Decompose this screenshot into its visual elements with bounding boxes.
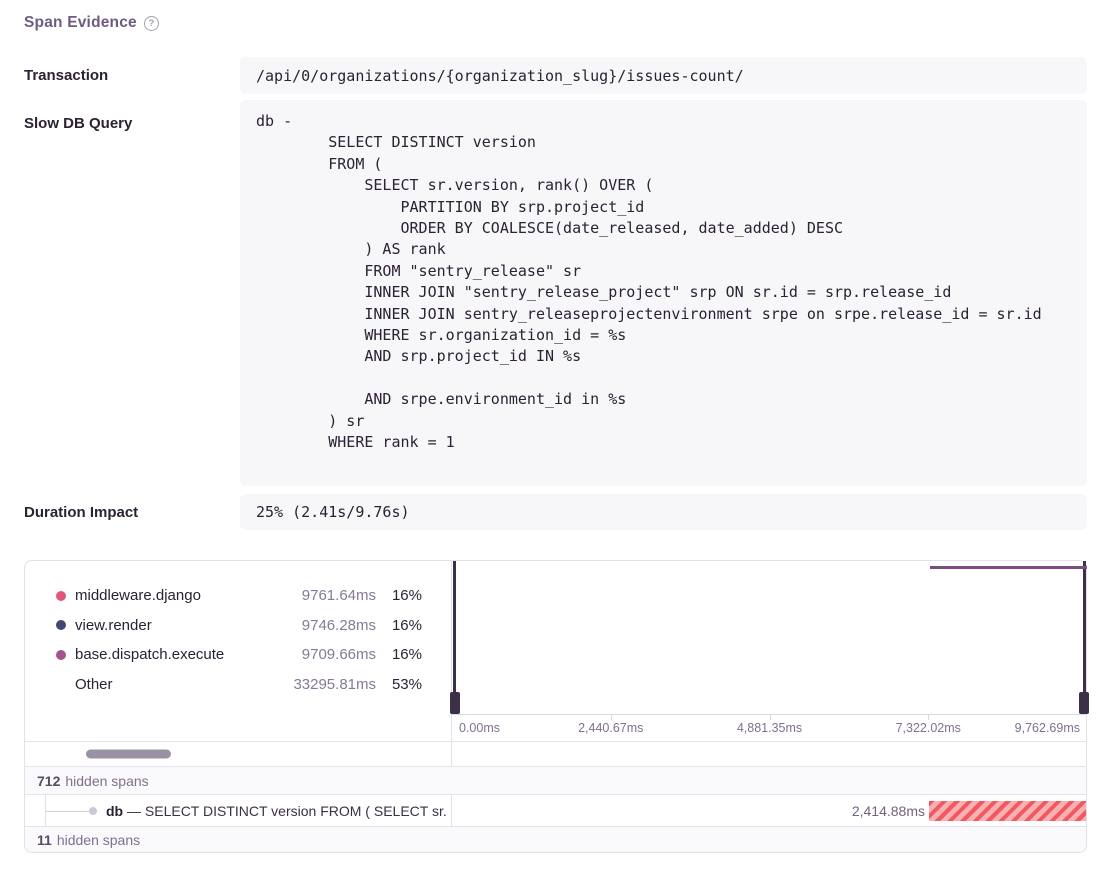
duration-impact-value-box: 25% (2.41s/9.76s) [240,494,1087,530]
span-duration-cell: 2,414.88ms [452,795,1086,826]
chart-row: middleware.django 9761.64ms 16% view.ren… [25,561,1086,741]
span-duration-bar [929,801,1086,821]
transaction-value-box: /api/0/organizations/{organization_slug}… [240,57,1087,94]
transaction-label: Transaction [24,67,108,84]
hidden-spans-row-after[interactable]: 11 hidden spans [25,826,1086,852]
horizontal-scrollbar [25,742,452,766]
duration-impact-value: 25% (2.41s/9.76s) [240,494,1087,530]
legend-dot-placeholder [56,680,66,690]
legend-item-base-dispatch-execute[interactable]: base.dispatch.execute 9709.66ms 16% [25,640,451,670]
legend-op-percent: 53% [376,676,422,693]
legend-item-middleware-django[interactable]: middleware.django 9761.64ms 16% [25,581,451,611]
legend-dot-icon [56,591,66,601]
legend-op-duration: 9746.28ms [264,617,376,634]
tree-connector-line [45,811,89,812]
op-breakdown-legend: middleware.django 9761.64ms 16% view.ren… [25,561,452,741]
axis-tick-label: 2,440.67ms [578,721,643,735]
axis-tick-label: 4,881.35ms [737,721,802,735]
hidden-spans-label: hidden spans [65,773,148,789]
minimap-right-drag-handle[interactable] [1079,692,1089,714]
minimap-span-marker [930,566,1087,569]
legend-item-view-render[interactable]: view.render 9746.28ms 16% [25,611,451,641]
legend-op-duration: 9709.66ms [264,646,376,663]
duration-impact-label: Duration Impact [24,504,138,521]
axis-tick [928,715,929,720]
transaction-minimap: 0.00ms 2,440.67ms 4,881.35ms 7,322.02ms … [452,561,1086,741]
legend-op-name: view.render [75,617,264,634]
minimap-view[interactable] [452,561,1086,714]
span-evidence-panel: Span Evidence ? Transaction /api/0/organ… [0,0,1111,877]
legend-op-duration: 9761.64ms [264,587,376,604]
span-duration: 2,414.88ms [852,803,925,819]
minimap-left-drag-handle[interactable] [450,692,460,714]
span-op: db [106,803,123,819]
time-axis: 0.00ms 2,440.67ms 4,881.35ms 7,322.02ms … [452,714,1086,741]
span-description: db — SELECT DISTINCT version FROM ( SELE… [106,803,447,819]
tree-connector-dot-icon [89,807,97,815]
span-tree-widget: middleware.django 9761.64ms 16% view.ren… [24,560,1087,853]
axis-tick-label: 0.00ms [459,721,500,735]
hidden-spans-count: 712 [37,773,60,789]
hidden-spans-count: 11 [37,832,52,848]
transaction-value: /api/0/organizations/{organization_slug}… [240,57,1087,94]
axis-tick [611,715,612,720]
legend-dot-icon [56,650,66,660]
span-row-db[interactable]: db — SELECT DISTINCT version FROM ( SELE… [25,794,1086,826]
legend-op-percent: 16% [376,646,422,663]
legend-op-percent: 16% [376,617,422,634]
axis-tick-label: 7,322.02ms [896,721,961,735]
legend-op-percent: 16% [376,587,422,604]
hidden-spans-row-before[interactable]: 712 hidden spans [25,766,1086,794]
slow-db-query-label: Slow DB Query [24,115,132,132]
axis-tick-label: 9,762.69ms [1015,721,1080,735]
legend-op-name: Other [75,676,264,693]
axis-tick [770,715,771,720]
scrollbar-thumb[interactable] [86,750,171,759]
section-header: Span Evidence ? [24,14,159,32]
help-icon[interactable]: ? [144,16,159,31]
legend-dot-icon [56,620,66,630]
legend-op-name: base.dispatch.execute [75,646,264,663]
legend-op-name: middleware.django [75,587,264,604]
scrollbar-row [25,741,1086,766]
slow-db-query-sql: db - SELECT DISTINCT version FROM ( SELE… [240,100,1087,478]
span-separator: — [127,803,141,819]
span-query-text: SELECT DISTINCT version FROM ( SELECT sr… [145,803,447,819]
span-description-cell: db — SELECT DISTINCT version FROM ( SELE… [25,795,452,826]
section-title: Span Evidence [24,14,137,32]
legend-op-duration: 33295.81ms [264,676,376,693]
scrollbar-row-spacer [452,742,1086,766]
legend-item-other[interactable]: Other 33295.81ms 53% [25,670,451,700]
slow-db-query-value-box: db - SELECT DISTINCT version FROM ( SELE… [240,100,1087,486]
hidden-spans-label: hidden spans [57,832,140,848]
